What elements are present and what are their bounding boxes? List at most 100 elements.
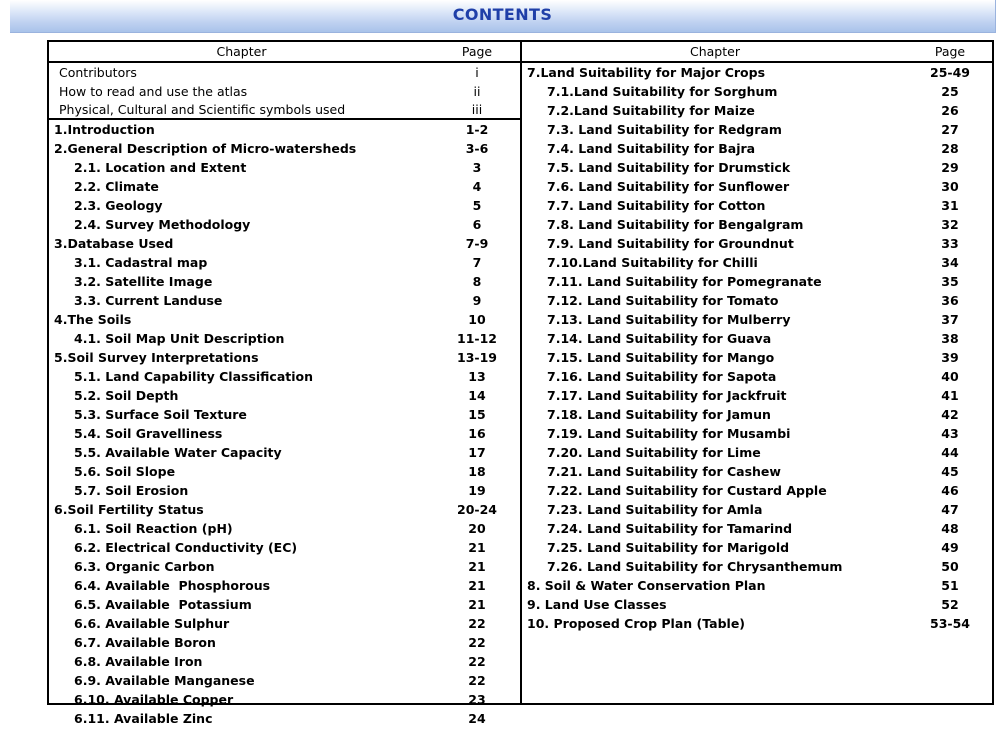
toc-entry[interactable]: 2.4. Survey Methodology 6 [49,215,520,234]
toc-entry[interactable]: 6.1. Soil Reaction (pH) 20 [49,519,520,538]
toc-entry[interactable]: 7.19. Land Suitability for Musambi 43 [522,424,992,443]
toc-entry-page: 43 [941,426,959,441]
toc-entry[interactable]: 7.14. Land Suitability for Guava 38 [522,329,992,348]
toc-entry-title: How to read and use the atlas [59,84,248,99]
toc-entry-title: 5.5. Available Water Capacity [74,445,282,460]
toc-entry-title: 3.1. Cadastral map [74,255,208,270]
toc-entry[interactable]: 7.5. Land Suitability for Drumstick 29 [522,158,992,177]
toc-entry-page: 22 [468,635,486,650]
toc-entry[interactable]: 7.16. Land Suitability for Sapota 40 [522,367,992,386]
toc-entry[interactable]: Physical, Cultural and Scientific symbol… [49,101,520,120]
toc-entry[interactable]: 1.Introduction 1-2 [49,120,520,139]
toc-entry[interactable]: 6.6. Available Sulphur 22 [49,614,520,633]
toc-entry[interactable]: 7.25. Land Suitability for Marigold 49 [522,538,992,557]
toc-entry-page: 19 [468,483,486,498]
toc-entry[interactable]: 4.The Soils 10 [49,310,520,329]
toc-entry[interactable]: 5.2. Soil Depth 14 [49,386,520,405]
toc-entry[interactable]: 6.7. Available Boron 22 [49,633,520,652]
toc-entry[interactable]: 7.21. Land Suitability for Cashew 45 [522,462,992,481]
toc-entry[interactable]: 7.22. Land Suitability for Custard Apple… [522,481,992,500]
toc-entry-title: 6.11. Available Zinc [74,711,213,726]
toc-entry-title: 7.24. Land Suitability for Tamarind [547,521,793,536]
toc-entry[interactable]: 2.2. Climate 4 [49,177,520,196]
toc-entry[interactable]: 7.18. Land Suitability for Jamun 42 [522,405,992,424]
toc-entry[interactable]: 2.General Description of Micro-watershed… [49,139,520,158]
toc-entry[interactable]: 6.8. Available Iron 22 [49,652,520,671]
toc-entry[interactable]: 6.3. Organic Carbon 21 [49,557,520,576]
toc-entry[interactable]: 6.9. Available Manganese 22 [49,671,520,690]
toc-entry[interactable]: 6.4. Available Phosphorous 21 [49,576,520,595]
table-of-contents: Chapter Page Chapter Page Contributors i H… [47,40,994,726]
toc-entry[interactable]: 7.15. Land Suitability for Mango 39 [522,348,992,367]
toc-entry[interactable]: 4.1. Soil Map Unit Description 11-12 [49,329,520,348]
toc-entry-page: 51 [941,578,959,593]
toc-entry-title: 6.2. Electrical Conductivity (EC) [74,540,298,555]
toc-entry-title: 7.1.Land Suitability for Sorghum [547,84,778,99]
toc-entry[interactable]: 7.10.Land Suitability for Chilli 34 [522,253,992,272]
toc-entry[interactable]: 5.1. Land Capability Classification 13 [49,367,520,386]
toc-entry-page: 27 [941,122,959,137]
toc-entry[interactable]: 5.5. Available Water Capacity 17 [49,443,520,462]
toc-right-column: 7.Land Suitability for Major Crops 25-49 7… [522,63,992,703]
toc-entry-page: 31 [941,198,959,213]
toc-entry[interactable]: 6.5. Available Potassium 21 [49,595,520,614]
toc-entry[interactable]: 5.3. Surface Soil Texture 15 [49,405,520,424]
toc-entry-title: 2.4. Survey Methodology [74,217,251,232]
toc-entry[interactable]: 7.17. Land Suitability for Jackfruit 41 [522,386,992,405]
toc-entry[interactable]: 7.24. Land Suitability for Tamarind 48 [522,519,992,538]
toc-entry-title: 7.17. Land Suitability for Jackfruit [547,388,787,403]
toc-entry[interactable]: 7.2.Land Suitability for Maize 26 [522,101,992,120]
toc-entry-page: 5 [472,198,482,213]
toc-entry[interactable]: 2.3. Geology 5 [49,196,520,215]
toc-entry-title: Contributors [59,65,137,80]
toc-entry[interactable]: 7.7. Land Suitability for Cotton 31 [522,196,992,215]
toc-entry-page: iii [471,102,483,117]
toc-entry[interactable]: 5.Soil Survey Interpretations 13-19 [49,348,520,367]
toc-entry[interactable]: 7.9. Land Suitability for Groundnut 33 [522,234,992,253]
toc-entry[interactable]: 7.12. Land Suitability for Tomato 36 [522,291,992,310]
toc-entry[interactable]: 8. Soil & Water Conservation Plan 51 [522,576,992,595]
toc-entry[interactable]: 7.8. Land Suitability for Bengalgram 32 [522,215,992,234]
toc-entry-page: 1-2 [465,122,489,137]
toc-entry[interactable]: 7.20. Land Suitability for Lime 44 [522,443,992,462]
toc-entry-title: 5.7. Soil Erosion [74,483,189,498]
toc-entry[interactable]: 7.Land Suitability for Major Crops 25-49 [522,63,992,82]
toc-entry-page: 35 [941,274,959,289]
toc-entry-title: 7.8. Land Suitability for Bengalgram [547,217,804,232]
toc-entry[interactable]: Contributors i [49,63,520,82]
toc-entry[interactable]: 7.11. Land Suitability for Pomegranate 35 [522,272,992,291]
toc-entry[interactable]: 6.10. Available Copper 23 [49,690,520,709]
toc-entry-page: 23 [468,692,486,707]
toc-entry[interactable]: 5.6. Soil Slope 18 [49,462,520,481]
toc-entry-page: 8 [472,274,482,289]
toc-entry[interactable]: 7.23. Land Suitability for Amla 47 [522,500,992,519]
toc-entry-page: 46 [941,483,959,498]
toc-entry[interactable]: 7.6. Land Suitability for Sunflower 30 [522,177,992,196]
toc-entry[interactable]: 2.1. Location and Extent 3 [49,158,520,177]
toc-entry-page: 42 [941,407,959,422]
toc-entry[interactable]: 3.3. Current Landuse 9 [49,291,520,310]
toc-entry[interactable]: 6.Soil Fertility Status 20-24 [49,500,520,519]
toc-entry[interactable]: How to read and use the atlas ii [49,82,520,101]
toc-entry[interactable]: 3.1. Cadastral map 7 [49,253,520,272]
toc-entry-title: 3.3. Current Landuse [74,293,223,308]
toc-entry[interactable]: 10. Proposed Crop Plan (Table) 53-54 [522,614,992,633]
toc-entry-title: 5.4. Soil Gravelliness [74,426,223,441]
toc-entry[interactable]: 5.4. Soil Gravelliness 16 [49,424,520,443]
toc-entry[interactable]: 6.2. Electrical Conductivity (EC) 21 [49,538,520,557]
toc-entry[interactable]: 7.4. Land Suitability for Bajra 28 [522,139,992,158]
toc-entry-page: 7 [472,255,482,270]
toc-entry-page: 38 [941,331,959,346]
toc-entry[interactable]: 5.7. Soil Erosion 19 [49,481,520,500]
toc-entry-title: 7.18. Land Suitability for Jamun [547,407,771,422]
toc-entry[interactable]: 9. Land Use Classes 52 [522,595,992,614]
toc-entry-title: 7.25. Land Suitability for Marigold [547,540,790,555]
toc-entry[interactable]: 7.13. Land Suitability for Mulberry 37 [522,310,992,329]
toc-entry[interactable]: 7.3. Land Suitability for Redgram 27 [522,120,992,139]
toc-entry[interactable]: 7.1.Land Suitability for Sorghum 25 [522,82,992,101]
toc-entry[interactable]: 3.2. Satellite Image 8 [49,272,520,291]
toc-entry[interactable]: 3.Database Used 7-9 [49,234,520,253]
toc-entry-page: 30 [941,179,959,194]
toc-entry[interactable]: 7.26. Land Suitability for Chrysanthemum… [522,557,992,576]
toc-entry[interactable]: 6.11. Available Zinc 24 [49,709,520,728]
